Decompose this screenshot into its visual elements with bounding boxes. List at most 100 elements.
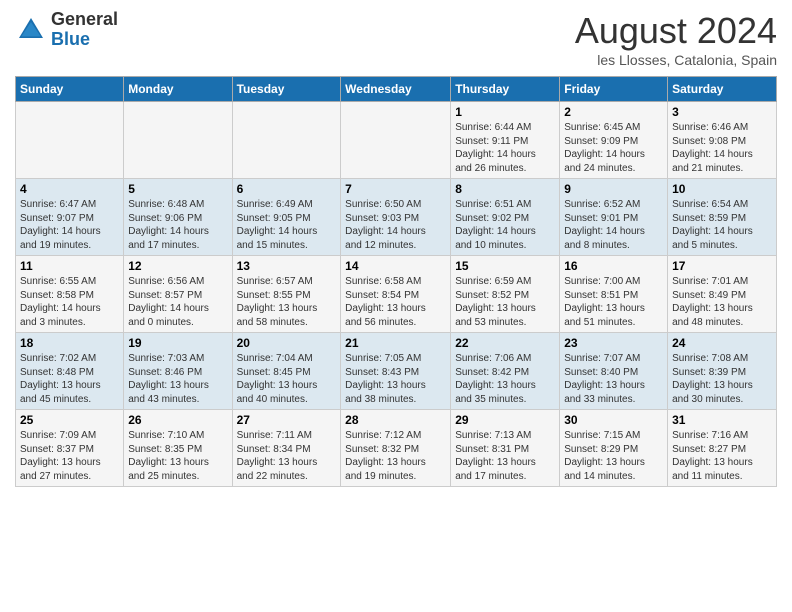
day-number: 16 [564, 259, 663, 273]
day-number: 13 [237, 259, 337, 273]
table-row [341, 102, 451, 179]
table-row [232, 102, 341, 179]
day-number: 18 [20, 336, 119, 350]
day-number: 15 [455, 259, 555, 273]
day-number: 22 [455, 336, 555, 350]
day-info: Sunrise: 7:01 AM Sunset: 8:49 PM Dayligh… [672, 275, 772, 329]
logo: General Blue [15, 10, 118, 50]
day-info: Sunrise: 6:51 AM Sunset: 9:02 PM Dayligh… [455, 198, 555, 252]
table-row: 27 Sunrise: 7:11 AM Sunset: 8:34 PM Dayli… [232, 410, 341, 487]
day-info: Sunrise: 7:02 AM Sunset: 8:48 PM Dayligh… [20, 352, 119, 406]
day-info: Sunrise: 7:04 AM Sunset: 8:45 PM Dayligh… [237, 352, 337, 406]
day-number: 26 [128, 413, 227, 427]
table-row: 11Sunrise: 6:55 AM Sunset: 8:58 PM Dayli… [16, 256, 124, 333]
day-number: 17 [672, 259, 772, 273]
day-number: 27 [237, 413, 337, 427]
day-info: Sunrise: 6:47 AM Sunset: 9:07 PM Dayligh… [20, 198, 119, 252]
day-info: Sunrise: 7:07 AM Sunset: 8:40 PM Dayligh… [564, 352, 663, 406]
day-info: Sunrise: 6:54 AM Sunset: 8:59 PM Dayligh… [672, 198, 772, 252]
day-info: Sunrise: 6:57 AM Sunset: 8:55 PM Dayligh… [237, 275, 337, 329]
day-info: Sunrise: 6:46 AM Sunset: 9:08 PM Dayligh… [672, 121, 772, 175]
table-row: 10 Sunrise: 6:54 AM Sunset: 8:59 PM Dayli… [668, 179, 777, 256]
day-info: Sunrise: 6:55 AM Sunset: 8:58 PM Dayligh… [20, 275, 119, 329]
day-info: Sunrise: 7:08 AM Sunset: 8:39 PM Dayligh… [672, 352, 772, 406]
day-info: Sunrise: 7:05 AM Sunset: 8:43 PM Dayligh… [345, 352, 446, 406]
table-row: 22 Sunrise: 7:06 AM Sunset: 8:42 PM Dayli… [451, 333, 560, 410]
table-row: 17 Sunrise: 7:01 AM Sunset: 8:49 PM Dayli… [668, 256, 777, 333]
day-info: Sunrise: 6:52 AM Sunset: 9:01 PM Dayligh… [564, 198, 663, 252]
day-info: Sunrise: 7:06 AM Sunset: 8:42 PM Dayligh… [455, 352, 555, 406]
day-info: Sunrise: 7:15 AM Sunset: 8:29 PM Dayligh… [564, 429, 663, 483]
col-wednesday: Wednesday [341, 77, 451, 102]
main-container: General Blue August 2024 les Llosses, Ca… [0, 0, 792, 497]
col-sunday: Sunday [16, 77, 124, 102]
day-info: Sunrise: 6:58 AM Sunset: 8:54 PM Dayligh… [345, 275, 446, 329]
table-row: 20 Sunrise: 7:04 AM Sunset: 8:45 PM Dayli… [232, 333, 341, 410]
table-row: 8Sunrise: 6:51 AM Sunset: 9:02 PM Daylig… [451, 179, 560, 256]
table-row: 2 Sunrise: 6:45 AM Sunset: 9:09 PM Daylig… [560, 102, 668, 179]
day-info: Sunrise: 7:12 AM Sunset: 8:32 PM Dayligh… [345, 429, 446, 483]
day-number: 7 [345, 182, 446, 196]
calendar-week-row: 18 Sunrise: 7:02 AM Sunset: 8:48 PM Dayli… [16, 333, 777, 410]
calendar-week-row: 1 Sunrise: 6:44 AM Sunset: 9:11 PM Daylig… [16, 102, 777, 179]
day-number: 25 [20, 413, 119, 427]
day-number: 9 [564, 182, 663, 196]
table-row: 23Sunrise: 7:07 AM Sunset: 8:40 PM Dayli… [560, 333, 668, 410]
day-info: Sunrise: 6:45 AM Sunset: 9:09 PM Dayligh… [564, 121, 663, 175]
logo-text: General Blue [51, 10, 118, 50]
header: General Blue August 2024 les Llosses, Ca… [15, 10, 777, 68]
day-number: 30 [564, 413, 663, 427]
table-row: 31 Sunrise: 7:16 AM Sunset: 8:27 PM Dayli… [668, 410, 777, 487]
table-row: 7 Sunrise: 6:50 AM Sunset: 9:03 PM Daylig… [341, 179, 451, 256]
day-info: Sunrise: 7:00 AM Sunset: 8:51 PM Dayligh… [564, 275, 663, 329]
day-info: Sunrise: 7:13 AM Sunset: 8:31 PM Dayligh… [455, 429, 555, 483]
logo-blue-text: Blue [51, 30, 118, 50]
table-row [16, 102, 124, 179]
calendar-table: Sunday Monday Tuesday Wednesday Thursday… [15, 76, 777, 487]
col-saturday: Saturday [668, 77, 777, 102]
table-row: 15 Sunrise: 6:59 AM Sunset: 8:52 PM Dayli… [451, 256, 560, 333]
day-number: 6 [237, 182, 337, 196]
day-number: 20 [237, 336, 337, 350]
title-section: August 2024 les Llosses, Catalonia, Spai… [575, 10, 777, 68]
table-row: 24Sunrise: 7:08 AM Sunset: 8:39 PM Dayli… [668, 333, 777, 410]
table-row: 12 Sunrise: 6:56 AM Sunset: 8:57 PM Dayli… [124, 256, 232, 333]
table-row: 19 Sunrise: 7:03 AM Sunset: 8:46 PM Dayli… [124, 333, 232, 410]
day-number: 1 [455, 105, 555, 119]
location-text: les Llosses, Catalonia, Spain [575, 52, 777, 68]
calendar-header-row: Sunday Monday Tuesday Wednesday Thursday… [16, 77, 777, 102]
table-row: 29Sunrise: 7:13 AM Sunset: 8:31 PM Dayli… [451, 410, 560, 487]
day-number: 31 [672, 413, 772, 427]
day-info: Sunrise: 7:16 AM Sunset: 8:27 PM Dayligh… [672, 429, 772, 483]
day-number: 4 [20, 182, 119, 196]
day-number: 14 [345, 259, 446, 273]
day-info: Sunrise: 7:03 AM Sunset: 8:46 PM Dayligh… [128, 352, 227, 406]
day-number: 28 [345, 413, 446, 427]
table-row: 13 Sunrise: 6:57 AM Sunset: 8:55 PM Dayli… [232, 256, 341, 333]
table-row: 16 Sunrise: 7:00 AM Sunset: 8:51 PM Dayli… [560, 256, 668, 333]
day-info: Sunrise: 6:44 AM Sunset: 9:11 PM Dayligh… [455, 121, 555, 175]
day-number: 12 [128, 259, 227, 273]
logo-general-text: General [51, 10, 118, 30]
table-row: 4 Sunrise: 6:47 AM Sunset: 9:07 PM Daylig… [16, 179, 124, 256]
calendar-week-row: 25Sunrise: 7:09 AM Sunset: 8:37 PM Dayli… [16, 410, 777, 487]
table-row: 9 Sunrise: 6:52 AM Sunset: 9:01 PM Daylig… [560, 179, 668, 256]
day-info: Sunrise: 6:48 AM Sunset: 9:06 PM Dayligh… [128, 198, 227, 252]
table-row: 21Sunrise: 7:05 AM Sunset: 8:43 PM Dayli… [341, 333, 451, 410]
day-info: Sunrise: 6:59 AM Sunset: 8:52 PM Dayligh… [455, 275, 555, 329]
day-number: 19 [128, 336, 227, 350]
table-row: 26Sunrise: 7:10 AM Sunset: 8:35 PM Dayli… [124, 410, 232, 487]
day-number: 2 [564, 105, 663, 119]
day-info: Sunrise: 6:50 AM Sunset: 9:03 PM Dayligh… [345, 198, 446, 252]
day-number: 10 [672, 182, 772, 196]
table-row [124, 102, 232, 179]
day-info: Sunrise: 7:11 AM Sunset: 8:34 PM Dayligh… [237, 429, 337, 483]
day-info: Sunrise: 6:56 AM Sunset: 8:57 PM Dayligh… [128, 275, 227, 329]
table-row: 5Sunrise: 6:48 AM Sunset: 9:06 PM Daylig… [124, 179, 232, 256]
day-info: Sunrise: 6:49 AM Sunset: 9:05 PM Dayligh… [237, 198, 337, 252]
table-row: 30 Sunrise: 7:15 AM Sunset: 8:29 PM Dayli… [560, 410, 668, 487]
month-title: August 2024 [575, 10, 777, 52]
table-row: 18 Sunrise: 7:02 AM Sunset: 8:48 PM Dayli… [16, 333, 124, 410]
table-row: 1 Sunrise: 6:44 AM Sunset: 9:11 PM Daylig… [451, 102, 560, 179]
calendar-week-row: 4 Sunrise: 6:47 AM Sunset: 9:07 PM Daylig… [16, 179, 777, 256]
